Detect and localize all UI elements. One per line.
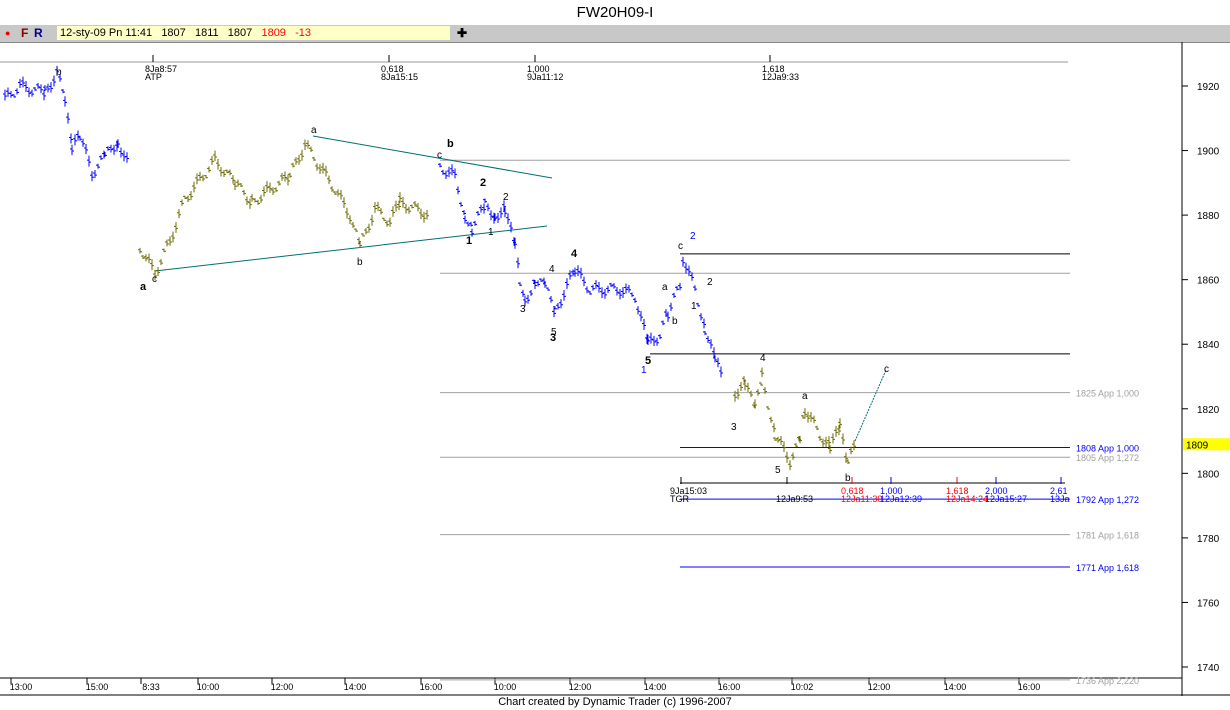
time-marker-label: ATP — [145, 72, 162, 82]
wave-label: c — [437, 150, 442, 161]
y-tick-label: 1880 — [1197, 211, 1220, 222]
wave-label: b — [447, 138, 454, 150]
x-tick-label: 14:00 — [344, 682, 367, 692]
wave-label: a — [662, 282, 668, 293]
time-projection-label: TGR — [670, 494, 689, 504]
wave-label: 4 — [571, 248, 578, 260]
x-tick-label: 14:00 — [944, 682, 967, 692]
wave-label: a — [140, 281, 147, 293]
projection-line — [854, 369, 887, 442]
level-label: 1808 App 1,000 — [1076, 444, 1139, 454]
wave-label: a — [311, 125, 317, 136]
wave-label: c — [152, 274, 157, 285]
wave-label: 2 — [480, 177, 486, 189]
wave-label: 3 — [520, 304, 526, 315]
time-marker-label: 9Ja11:12 — [527, 72, 563, 82]
wave-label: 3 — [550, 332, 556, 344]
wave-label: 2 — [503, 192, 509, 203]
time-projection-label: 13Ja — [1050, 494, 1070, 504]
wave-label: b — [672, 316, 678, 327]
wave-label: b — [56, 67, 62, 78]
x-tick-label: 12:00 — [868, 682, 891, 692]
x-tick-label: 10:00 — [197, 682, 220, 692]
time-projection-label: 12Ja15:27 — [985, 494, 1027, 504]
x-tick-label: 16:00 — [718, 682, 741, 692]
x-tick-label: 10:00 — [494, 682, 517, 692]
y-tick-label: 1840 — [1197, 340, 1220, 351]
wave-label: b — [845, 473, 851, 484]
time-marker-label: 8Ja15:15 — [381, 72, 418, 82]
x-tick-label: 13:00 — [10, 682, 33, 692]
x-tick-label: 14:00 — [644, 682, 667, 692]
wave-label: c — [678, 241, 683, 252]
time-marker-label: 12Ja9:33 — [762, 72, 799, 82]
wave-label: 5 — [775, 465, 781, 476]
y-tick-label: 1780 — [1197, 534, 1220, 545]
wave-label: 2 — [690, 231, 696, 242]
wave-label: 4 — [760, 353, 766, 364]
y-tick-label: 1740 — [1197, 663, 1220, 674]
wave-label: 4 — [549, 264, 555, 275]
x-tick-label: 8:33 — [142, 682, 160, 692]
price-chart[interactable]: 1740 1760 1780 1800 1820 1840 1860 1880 1900 1920… — [0, 0, 1230, 710]
x-tick-label: 12:00 — [569, 682, 592, 692]
y-tick-label: 1900 — [1197, 147, 1220, 158]
wave-label: 1 — [641, 365, 647, 376]
y-tick-label: 1800 — [1197, 469, 1220, 480]
wave-label: b — [357, 257, 363, 268]
y-tick-label: 1920 — [1197, 82, 1220, 93]
wave-label: 3 — [731, 422, 737, 433]
last-price-label: 1809 — [1186, 440, 1209, 451]
time-projection-label: 12Ja12:39 — [880, 494, 922, 504]
wave-label: a — [802, 391, 808, 402]
y-tick-label: 1820 — [1197, 405, 1220, 416]
x-tick-label: 16:00 — [1018, 682, 1041, 692]
wave-label: c — [884, 364, 889, 375]
level-label: 1825 App 1,000 — [1076, 389, 1139, 399]
x-tick-label: 15:00 — [86, 682, 109, 692]
level-label: 1771 App 1,618 — [1076, 563, 1139, 573]
time-projection-label: 12Ja11:30 — [841, 494, 882, 504]
x-tick-label: 10:02 — [791, 682, 814, 692]
time-projection-label: 12Ja14:24 — [946, 494, 988, 504]
level-label: 1781 App 1,618 — [1076, 531, 1139, 541]
footer-credit: Chart created by Dynamic Trader (c) 1996… — [498, 696, 732, 708]
y-tick-label: 1760 — [1197, 598, 1220, 609]
level-label: 1736 App 2,220 — [1076, 676, 1139, 686]
y-tick-label: 1860 — [1197, 276, 1220, 287]
trendline-upper — [312, 135, 553, 179]
level-label: 1805 App 1,272 — [1076, 453, 1139, 463]
wave-label: 2 — [707, 277, 713, 288]
x-tick-label: 16:00 — [420, 682, 443, 692]
wave-label: 1 — [488, 227, 494, 238]
x-tick-label: 12:00 — [271, 682, 294, 692]
level-label: 1792 App 1,272 — [1076, 495, 1139, 505]
wave-label: 1 — [691, 301, 697, 312]
time-projection-label: 12Ja9:53 — [776, 494, 813, 504]
wave-label: 1 — [466, 235, 472, 247]
